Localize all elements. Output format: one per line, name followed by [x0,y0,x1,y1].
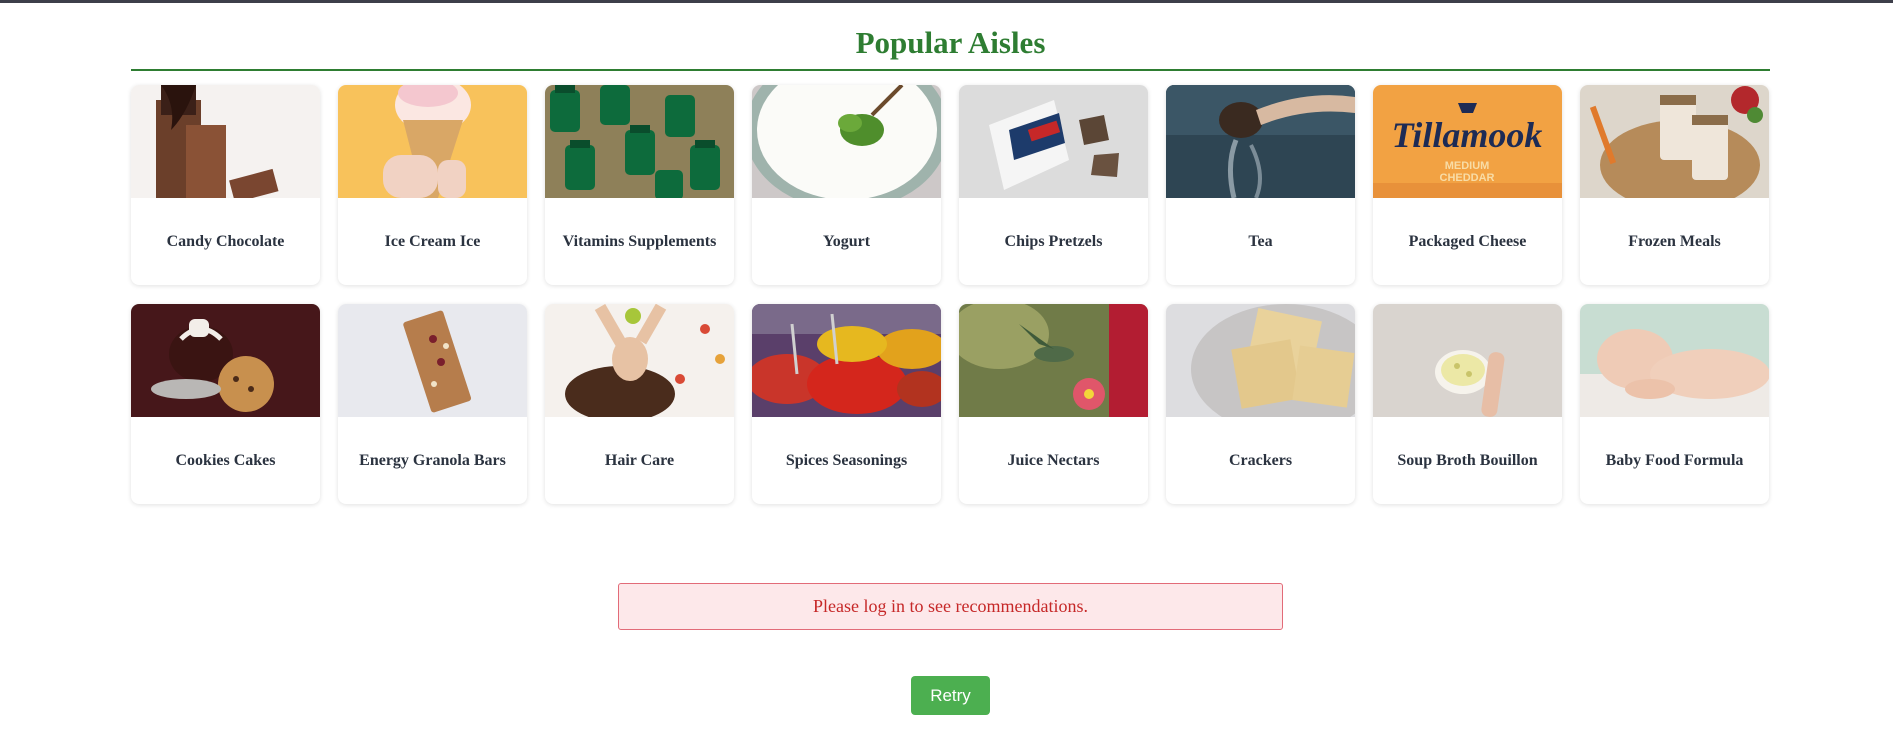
aisle-card-ice-cream-ice[interactable]: Ice Cream Ice [338,85,527,285]
aisle-label: Hair Care [604,451,675,469]
aisle-card-juice-nectars[interactable]: Juice Nectars [959,304,1148,504]
aisle-label: Energy Granola Bars [359,451,506,469]
aisle-label: Baby Food Formula [1605,451,1744,469]
aisle-card-vitamins-supplements[interactable]: Vitamins Supplements [545,85,734,285]
aisle-card-candy-chocolate[interactable]: Candy Chocolate [131,85,320,285]
granola-bar-image [338,304,527,417]
aisle-label: Spices Seasonings [785,451,908,469]
baby-image [1580,304,1769,417]
vitamin-bottles-image [545,85,734,198]
hummingbird-image [959,304,1148,417]
aisle-card-frozen-meals[interactable]: Frozen Meals [1580,85,1769,285]
aisle-card-spices-seasonings[interactable]: Spices Seasonings [752,304,941,504]
aisle-card-energy-granola-bars[interactable]: Energy Granola Bars [338,304,527,504]
chocolate-image [131,85,320,198]
crackers-image [1166,304,1355,417]
cookies-cake-image [131,304,320,417]
aisle-label: Tea [1248,232,1273,250]
cheese-package-image: Tillamook MEDIUM CHEDDAR [1373,85,1562,198]
aisle-card-hair-care[interactable]: Hair Care [545,304,734,504]
aisle-label: Frozen Meals [1628,232,1721,250]
ice-cream-cone-image [338,85,527,198]
aisle-label: Cookies Cakes [175,451,276,469]
svg-text:Tillamook: Tillamook [1392,115,1543,155]
aisle-label: Yogurt [822,232,871,250]
aisle-label: Soup Broth Bouillon [1397,451,1538,469]
soup-bowl-image [1373,304,1562,417]
aisle-label: Chips Pretzels [1004,232,1103,250]
popular-aisles-section: Popular Aisles Candy Chocolate Ice Cream… [131,3,1770,504]
aisle-label: Candy Chocolate [166,232,285,250]
aisle-card-packaged-cheese[interactable]: Tillamook MEDIUM CHEDDAR Packaged Cheese [1373,85,1562,285]
tea-pour-image [1166,85,1355,198]
svg-text:CHEDDAR: CHEDDAR [1440,172,1495,184]
aisle-card-baby-food-formula[interactable]: Baby Food Formula [1580,304,1769,504]
aisle-label: Crackers [1228,451,1293,469]
aisle-label: Juice Nectars [1007,451,1100,469]
aisle-card-tea[interactable]: Tea [1166,85,1355,285]
retry-button[interactable]: Retry [911,676,990,715]
hair-care-image [545,304,734,417]
section-title: Popular Aisles [131,3,1770,71]
yogurt-bowl-image [752,85,941,198]
aisle-label: Vitamins Supplements [562,232,717,250]
aisle-card-soup-broth-bouillon[interactable]: Soup Broth Bouillon [1373,304,1562,504]
aisle-card-cookies-cakes[interactable]: Cookies Cakes [131,304,320,504]
spices-image [752,304,941,417]
chips-bag-image [959,85,1148,198]
aisle-label: Ice Cream Ice [384,232,481,250]
aisle-grid: Candy Chocolate Ice Cream Ice Vitamins S… [131,85,1770,504]
login-required-alert: Please log in to see recommendations. [618,583,1283,630]
aisle-card-crackers[interactable]: Crackers [1166,304,1355,504]
alert-message: Please log in to see recommendations. [813,596,1088,616]
meal-jars-image [1580,85,1769,198]
svg-text:MEDIUM: MEDIUM [1445,160,1490,172]
aisle-card-yogurt[interactable]: Yogurt [752,85,941,285]
aisle-card-chips-pretzels[interactable]: Chips Pretzels [959,85,1148,285]
aisle-label: Packaged Cheese [1408,232,1527,250]
